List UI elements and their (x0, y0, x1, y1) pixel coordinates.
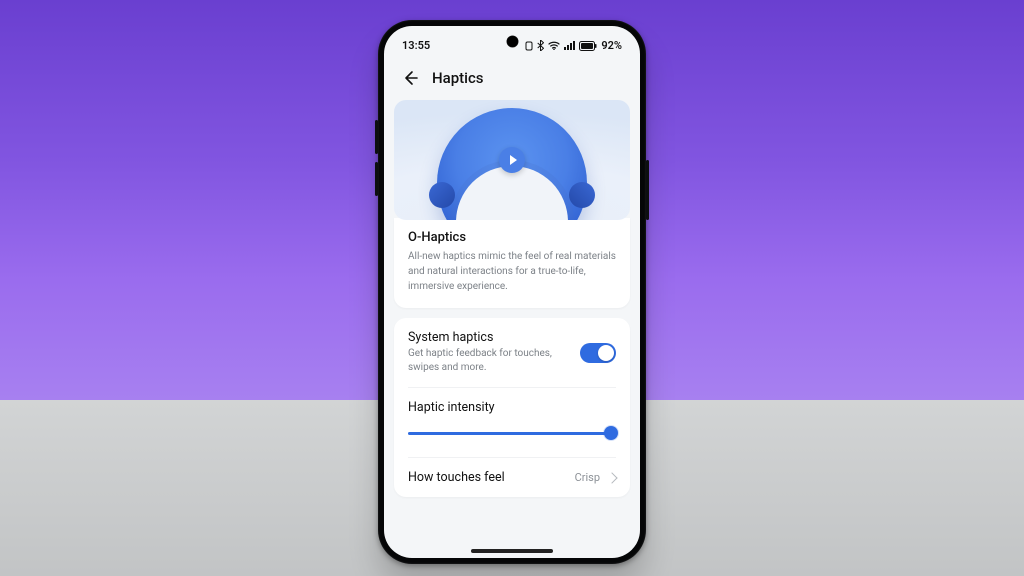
system-haptics-row: System haptics Get haptic feedback for t… (408, 318, 616, 387)
home-indicator[interactable] (471, 549, 553, 553)
battery-icon (579, 41, 597, 51)
dnd-icon (525, 41, 533, 51)
front-camera (507, 36, 518, 47)
how-touches-feel-value-wrap: Crisp (575, 471, 616, 484)
haptic-intensity-row: Haptic intensity (408, 387, 616, 457)
ohaptics-description: All-new haptics mimic the feel of real m… (408, 249, 616, 294)
phone-screen: 13:55 92% Haptics (384, 26, 640, 558)
phone-device: 13:55 92% Haptics (378, 20, 646, 564)
status-icons: 92% (525, 39, 622, 52)
system-haptics-toggle[interactable] (580, 343, 616, 363)
how-touches-feel-title: How touches feel (408, 470, 565, 485)
page-content: O-Haptics All-new haptics mimic the feel… (394, 100, 630, 544)
haptic-intensity-thumb[interactable] (604, 426, 618, 440)
system-haptics-title: System haptics (408, 330, 570, 345)
back-arrow-icon (401, 69, 419, 87)
wifi-icon (548, 41, 560, 50)
system-haptics-desc: Get haptic feedback for touches, swipes … (408, 347, 570, 375)
volume-up-button (375, 120, 378, 154)
page-title: Haptics (432, 69, 484, 87)
system-haptics-text: System haptics Get haptic feedback for t… (408, 330, 570, 375)
bluetooth-icon (537, 40, 544, 51)
power-button (646, 160, 649, 220)
how-touches-feel-text: How touches feel (408, 470, 565, 485)
ohaptics-card: O-Haptics All-new haptics mimic the feel… (394, 218, 630, 308)
back-button[interactable] (400, 68, 420, 88)
page-header: Haptics (384, 60, 640, 96)
settings-card: System haptics Get haptic feedback for t… (394, 318, 630, 497)
play-button[interactable] (499, 147, 525, 173)
chevron-right-icon (606, 472, 617, 483)
haptic-intensity-slider[interactable] (408, 425, 616, 441)
ohaptics-title: O-Haptics (408, 230, 616, 245)
clock: 13:55 (402, 39, 430, 52)
scene-photo: 13:55 92% Haptics (0, 0, 1024, 576)
haptic-intensity-title: Haptic intensity (408, 400, 616, 415)
how-touches-feel-row[interactable]: How touches feel Crisp (408, 457, 616, 497)
volume-down-button (375, 162, 378, 196)
how-touches-feel-value: Crisp (575, 471, 600, 484)
signal-icon (564, 41, 575, 50)
ohaptics-hero[interactable] (394, 100, 630, 220)
battery-percentage: 92% (601, 39, 622, 52)
